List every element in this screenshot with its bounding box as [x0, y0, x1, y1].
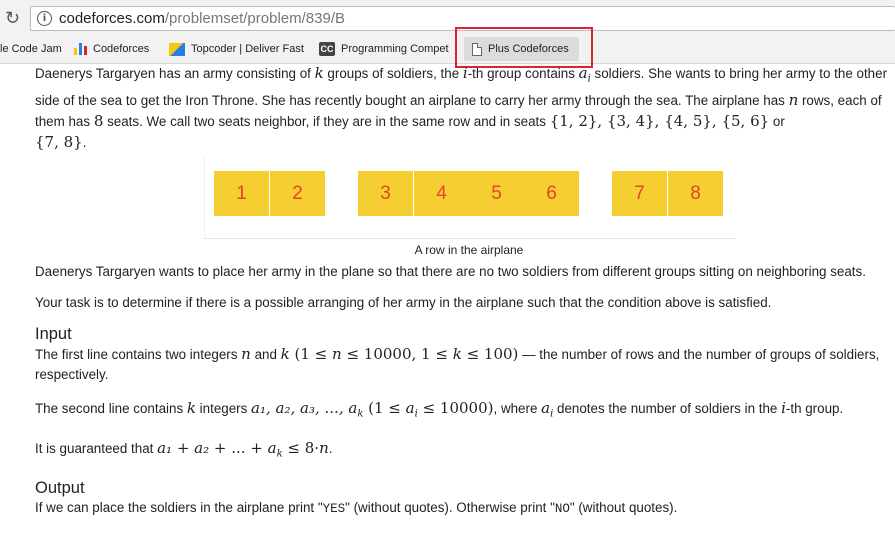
math-a: a: [578, 64, 588, 82]
topcoder-icon: [169, 42, 185, 56]
math-k: k: [280, 345, 290, 363]
text: If we can place the soldiers in the airp…: [35, 500, 323, 516]
bookmark-label: Codeforces: [93, 43, 150, 55]
bookmark-label: Topcoder | Deliver Fast: [191, 43, 304, 55]
text: -th group contains: [467, 66, 579, 81]
text: denotes the number of soldiers in the: [553, 401, 782, 416]
page-icon: [472, 42, 482, 56]
math-8: 8: [93, 111, 104, 130]
bookmark-programming-competitions[interactable]: CC Programming Compet: [319, 35, 455, 63]
text: .: [328, 440, 333, 456]
math: (1 ≤: [363, 399, 406, 417]
bookmark-label: Plus Codeforces: [488, 43, 569, 55]
text: .: [82, 134, 87, 150]
seat-4: 4: [414, 171, 469, 216]
seat-2: 2: [270, 171, 325, 216]
text: " (without quotes). Otherwise print ": [345, 500, 555, 516]
address-bar[interactable]: i codeforces.com/problemset/problem/839/…: [30, 6, 895, 31]
text: Daenerys Targaryen has an army consistin…: [35, 66, 315, 81]
text: The first line contains two integers: [35, 347, 242, 362]
bookmark-topcoder[interactable]: Topcoder | Deliver Fast: [169, 35, 309, 63]
math-expr: a₁ + a₂ + ... + a: [157, 438, 277, 457]
problem-paragraph-goal: Daenerys Targaryen wants to place her ar…: [35, 264, 866, 279]
math-a: a: [541, 399, 551, 417]
cc-icon: CC: [319, 42, 335, 56]
text: groups of soldiers, the: [323, 66, 463, 81]
reload-icon[interactable]: ↻: [5, 8, 20, 29]
text: The second line contains: [35, 401, 187, 416]
math-n: n: [788, 90, 799, 109]
math: (1 ≤: [289, 345, 333, 363]
input-paragraph-3: It is guaranteed that a₁ + a₂ + ... + ak…: [35, 438, 895, 465]
bookmark-label: le Code Jam: [0, 43, 62, 55]
math: ≤ 10000): [417, 399, 494, 417]
seat-5: 5: [469, 171, 524, 216]
math-k: k: [452, 345, 462, 363]
url-path: /problemset/problem/839/B: [164, 10, 345, 27]
bookmark-label: Programming Compet: [341, 43, 449, 55]
input-heading: Input: [35, 325, 72, 343]
airplane-row-figure: 1 2 3 4 5 6 7 8: [204, 156, 735, 239]
math-k: k: [186, 399, 196, 417]
browser-toolbar: ↻ i codeforces.com/problemset/problem/83…: [0, 0, 895, 36]
seat-7: 7: [612, 171, 667, 216]
problem-statement: Daenerys Targaryen has an army consistin…: [35, 62, 895, 153]
math: ≤ 10000, 1 ≤: [341, 345, 453, 363]
seat-1: 1: [214, 171, 269, 216]
text: It is guaranteed that: [35, 440, 158, 456]
code-yes: YES: [322, 502, 346, 517]
problem-statement-rest: Daenerys Targaryen wants to place her ar…: [35, 262, 895, 519]
site-info-icon[interactable]: i: [37, 11, 52, 26]
text: , where: [493, 401, 542, 416]
seat-6: 6: [524, 171, 579, 216]
math-n: n: [319, 438, 329, 457]
codeforces-bars-icon: [74, 43, 87, 55]
seat-3: 3: [358, 171, 413, 216]
input-paragraph-2: The second line contains k integers a₁, …: [35, 398, 895, 425]
text: seats. We call two seats neighbor, if th…: [103, 113, 550, 129]
bookmarks-bar: le Code Jam Codeforces Topcoder | Delive…: [0, 35, 895, 64]
bookmark-codeforces[interactable]: Codeforces: [74, 35, 164, 63]
math-a: a: [405, 399, 415, 417]
url-domain: codeforces.com: [59, 10, 165, 27]
seat-8: 8: [668, 171, 723, 216]
bookmark-plus-codeforces[interactable]: Plus Codeforces: [464, 37, 579, 61]
math-k: k: [314, 64, 324, 82]
math-sets: {1, 2}, {3, 4}, {4, 5}, {5, 6}: [549, 111, 770, 130]
input-paragraph-1: The first line contains two integers n a…: [35, 344, 895, 385]
figure-caption: A row in the airplane: [414, 243, 524, 257]
text: " (without quotes).: [569, 500, 678, 516]
output-paragraph: If we can place the soldiers in the airp…: [35, 498, 895, 519]
code-no: NO: [554, 502, 570, 517]
text: integers: [195, 401, 252, 416]
problem-paragraph-task: Your task is to determine if there is a …: [35, 295, 772, 310]
text: -th group.: [785, 401, 844, 416]
bookmark-code-jam[interactable]: le Code Jam: [0, 35, 66, 63]
output-heading: Output: [35, 479, 85, 498]
problem-paragraph-intro: Daenerys Targaryen has an army consistin…: [35, 63, 895, 153]
math: ≤ 100): [461, 345, 519, 363]
text: and: [250, 347, 281, 362]
math-seq: a₁, a₂, a₃, ..., a: [251, 399, 358, 417]
url-text[interactable]: codeforces.com/problemset/problem/839/B: [59, 10, 345, 27]
text: or: [769, 113, 785, 129]
math-n: n: [241, 345, 251, 363]
math: ≤ 8·: [282, 438, 320, 457]
math-set: {7, 8}: [35, 132, 83, 151]
math-n: n: [332, 345, 342, 363]
